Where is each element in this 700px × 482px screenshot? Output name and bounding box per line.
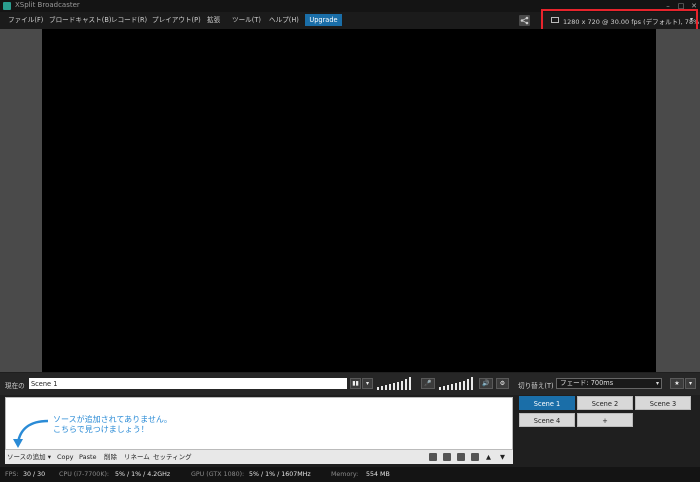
speaker-icon[interactable]: 🔊	[479, 378, 493, 389]
upgrade-button[interactable]: Upgrade	[305, 14, 342, 26]
copy-button[interactable]: Copy	[57, 452, 74, 462]
paste-button[interactable]: Paste	[79, 452, 97, 462]
empty-msg-line2: こちらで見つけましょう！	[53, 425, 149, 434]
settings-button[interactable]: セッティング	[153, 452, 192, 462]
preview-canvas[interactable]	[42, 29, 656, 372]
fps-value: 30 / 30	[23, 471, 46, 478]
transition-label: 切り替え(T)	[518, 382, 554, 390]
curved-arrow-icon	[13, 419, 49, 448]
star-icon[interactable]: ★	[670, 378, 684, 389]
window-title: XSplit Broadcaster	[15, 1, 80, 9]
transition-value: フェード: 700ms	[560, 379, 614, 387]
rename-button[interactable]: リネーム	[124, 452, 150, 462]
empty-sources-message: ソースが追加されてありません。 こちらで見つけましょう！	[53, 415, 172, 435]
scene-options-button[interactable]: ▾	[685, 378, 696, 389]
screen-icon[interactable]	[471, 453, 479, 461]
scene-menu-button[interactable]: ▾	[362, 378, 373, 389]
scene-button-1[interactable]: Scene 1	[519, 396, 575, 410]
expand-icon[interactable]	[457, 453, 465, 461]
memory-label: Memory:	[331, 471, 359, 478]
move-up-button[interactable]: ▲	[486, 452, 491, 462]
lock-icon[interactable]	[443, 453, 451, 461]
scene-name-input[interactable]	[29, 378, 347, 389]
delete-button[interactable]: 削除	[104, 452, 117, 462]
cpu-value: 5% / 1% / 4.2GHz	[115, 471, 171, 478]
menu-record[interactable]: レコード(R)	[111, 15, 147, 26]
scene-bar: 現在の ▮▮ ▾ 🎤 🔊 ⚙ 切り替え(T) フェード: 700ms ▾ ★ ▾	[0, 373, 700, 395]
xsplit-logo-icon	[3, 2, 11, 10]
status-bar: FPS: 30 / 30 CPU (i7-7700K): 5% / 1% / 4…	[0, 467, 700, 482]
scene-button-3[interactable]: Scene 3	[635, 396, 691, 410]
scene-button-4[interactable]: Scene 4	[519, 413, 575, 427]
chevron-down-icon: ▾	[655, 380, 659, 387]
mic-volume-meter[interactable]	[377, 377, 415, 390]
scene-button-2[interactable]: Scene 2	[577, 396, 633, 410]
move-down-button[interactable]: ▼	[500, 452, 505, 462]
add-scene-button[interactable]: +	[577, 413, 633, 427]
share-icon[interactable]	[519, 15, 530, 26]
gpu-value: 5% / 1% / 1607MHz	[249, 471, 311, 478]
menu-broadcast[interactable]: ブロードキャスト(B)	[49, 15, 111, 26]
menu-tools[interactable]: ツール(T)	[232, 15, 261, 26]
transition-select[interactable]: フェード: 700ms ▾	[556, 378, 662, 389]
current-scene-label: 現在の	[5, 382, 25, 390]
source-toolbar: ソースの追加 ▾ Copy Paste 削除 リネーム セッティング ▲ ▼	[5, 450, 513, 464]
menu-help[interactable]: ヘルプ(H)	[269, 15, 299, 26]
layout-toggle-icon[interactable]: ▮▮	[350, 378, 361, 389]
folder-icon[interactable]	[429, 453, 437, 461]
menu-file[interactable]: ファイル(F)	[8, 15, 43, 26]
speaker-volume-meter[interactable]	[439, 377, 477, 390]
menu-playout[interactable]: プレイアウト(P)	[152, 15, 201, 26]
sources-panel: ソースが追加されてありません。 こちらで見つけましょう！	[5, 397, 513, 450]
cpu-label: CPU (i7-7700K):	[59, 471, 110, 478]
menu-extensions[interactable]: 拡張	[207, 15, 220, 26]
empty-msg-line1: ソースが追加されてありません。	[53, 415, 172, 424]
add-source-button[interactable]: ソースの追加 ▾	[7, 452, 51, 462]
microphone-icon[interactable]: 🎤	[421, 378, 435, 389]
fps-label: FPS:	[5, 471, 19, 478]
memory-value: 554 MB	[366, 471, 390, 478]
gear-icon[interactable]: ⚙	[496, 378, 509, 389]
gpu-label: GPU (GTX 1080):	[191, 471, 245, 478]
